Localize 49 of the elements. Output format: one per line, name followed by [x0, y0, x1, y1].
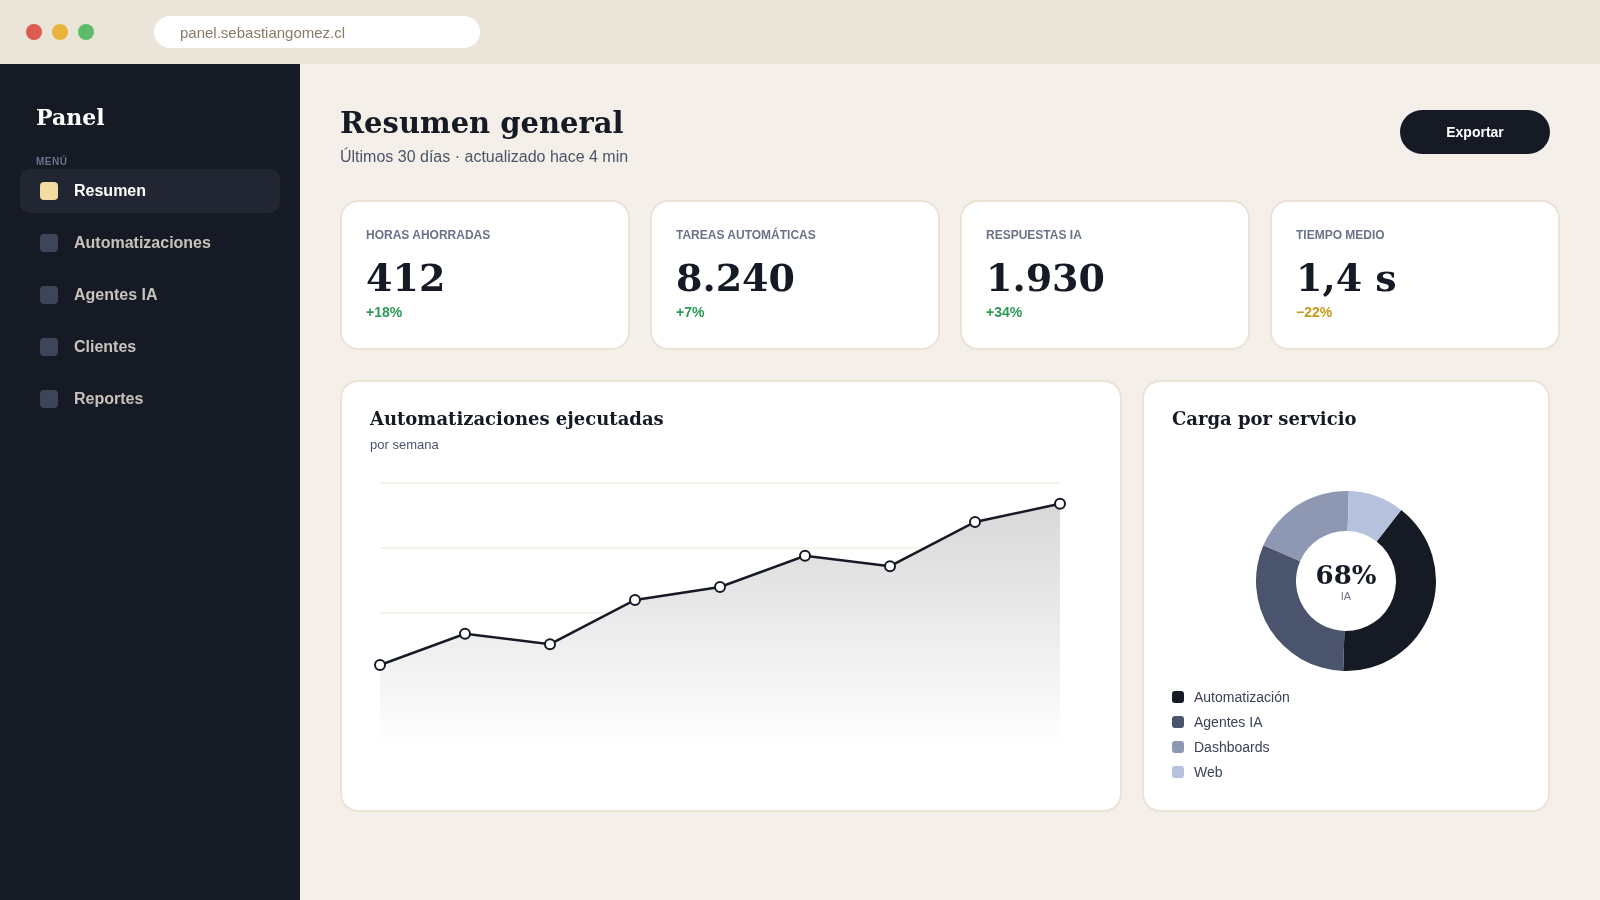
data-point	[544, 638, 556, 651]
stat-change: +34%	[986, 304, 1024, 320]
stat-value: 412	[366, 256, 447, 300]
chart-title: Automatizaciones ejecutadas	[370, 408, 665, 429]
square-icon	[40, 234, 58, 252]
stat-label: TAREAS AUTOMÁTICAS	[676, 228, 817, 242]
minimize-icon[interactable]	[52, 24, 68, 40]
square-icon	[40, 390, 58, 408]
page-title: Resumen general	[340, 106, 625, 140]
legend-label: Dashboards	[1194, 739, 1270, 755]
data-point	[714, 581, 726, 593]
sidebar-item[interactable]: Resumen	[20, 169, 280, 213]
square-icon	[40, 338, 58, 356]
stat-change: +18%	[366, 304, 404, 320]
donut-label: IA	[1340, 590, 1352, 602]
data-point	[969, 516, 981, 528]
data-point	[374, 659, 386, 671]
stat-value: 1.930	[986, 256, 1106, 300]
maximize-icon[interactable]	[78, 24, 94, 40]
export-button[interactable]: Exportar	[1400, 110, 1550, 154]
data-point	[1054, 497, 1066, 510]
section-label: MENÚ	[35, 156, 69, 167]
legend-label: Agentes IA	[1194, 714, 1263, 730]
page-subtitle: Últimos 30 días · actualizado hace 4 min	[340, 148, 629, 166]
stat-change: −22%	[1296, 304, 1334, 320]
stat-change: +7%	[676, 304, 706, 320]
square-icon	[40, 182, 58, 200]
sidebar-item[interactable]: Agentes IA	[20, 273, 280, 317]
stat-label: HORAS AHORRADAS	[366, 228, 492, 242]
data-point	[629, 594, 641, 606]
chart-title: Carga por servicio	[1172, 408, 1358, 429]
sidebar-item[interactable]: Clientes	[20, 325, 280, 369]
donut-value: 68%	[1315, 560, 1377, 590]
data-point	[799, 549, 811, 562]
data-point	[459, 627, 471, 640]
stat-label: RESPUESTAS IA	[986, 228, 1083, 242]
square-icon	[40, 286, 58, 304]
address-field[interactable]: panel.sebastiangomez.cl	[154, 16, 480, 48]
data-point	[884, 560, 896, 573]
chart-subtitle: por semana	[370, 437, 440, 452]
legend-label: Web	[1194, 764, 1223, 780]
sidebar-item[interactable]: Automatizaciones	[20, 221, 280, 265]
close-icon[interactable]	[26, 24, 42, 40]
stat-value: 1,4 s	[1296, 256, 1398, 300]
sidebar-title: Panel	[35, 104, 106, 130]
sidebar-item[interactable]: Reportes	[20, 377, 280, 421]
stat-value: 8.240	[676, 256, 796, 300]
legend-label: Automatización	[1194, 689, 1290, 705]
stat-label: TIEMPO MEDIO	[1296, 228, 1386, 242]
